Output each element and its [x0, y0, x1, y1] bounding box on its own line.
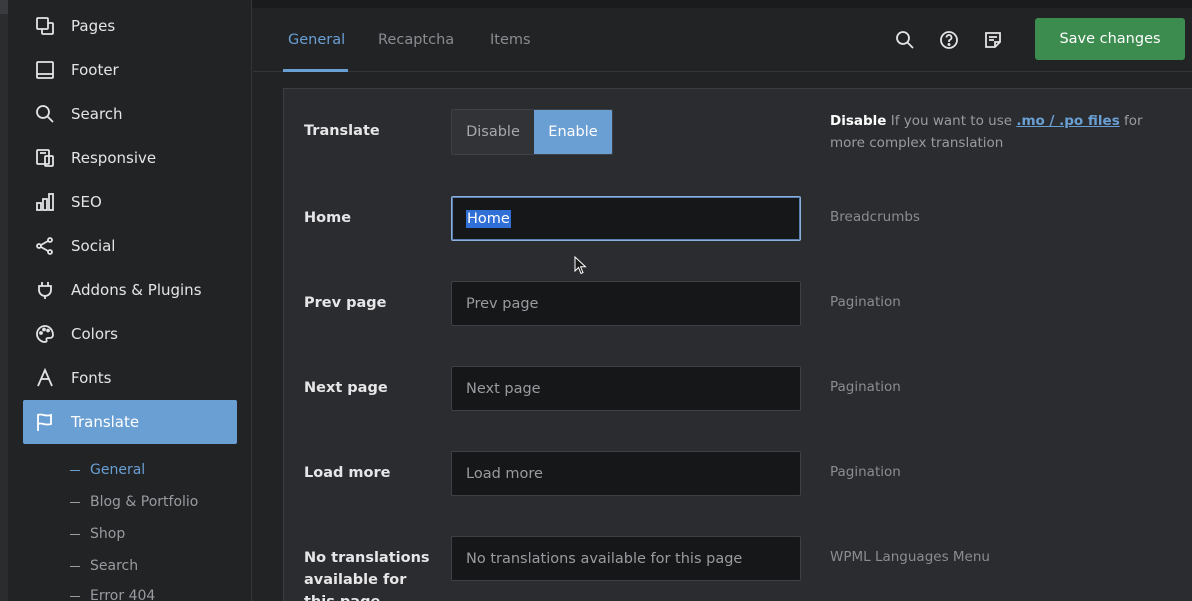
home-input-value: Home — [466, 209, 511, 228]
sidebar-item-label: Translate — [71, 413, 140, 431]
load-more-input-value: Load more — [466, 465, 543, 482]
tab-items[interactable]: Items — [490, 8, 531, 72]
home-label: Home — [304, 210, 352, 226]
settings-panel: Translate Disable Enable Disable If you … — [283, 88, 1192, 601]
home-input[interactable]: Home — [451, 196, 801, 241]
sidebar-item-label: Footer — [71, 61, 119, 79]
save-changes-button[interactable]: Save changes — [1035, 18, 1185, 60]
sidebar-item-seo[interactable]: SEO — [23, 180, 237, 224]
subnav-item-label: Error 404 — [90, 588, 156, 601]
note-bold: Disable — [830, 113, 887, 129]
next-page-input-value: Next page — [466, 380, 541, 397]
prev-page-input-value: Prev page — [466, 295, 539, 312]
share-icon — [34, 235, 56, 257]
sidebar-item-label: Search — [71, 105, 123, 123]
seo-chart-icon — [34, 191, 56, 213]
next-page-label: Next page — [304, 380, 388, 396]
sidebar-item-colors[interactable]: Colors — [23, 312, 237, 356]
sidebar-item-responsive[interactable]: Responsive — [23, 136, 237, 180]
home-hint: Breadcrumbs — [830, 209, 920, 225]
note-text: If you want to use — [886, 113, 1017, 129]
search-button[interactable] — [893, 28, 917, 52]
sidebar-item-pages[interactable]: Pages — [23, 4, 237, 48]
notes-button[interactable] — [981, 28, 1005, 52]
sidebar-item-translate[interactable]: Translate — [23, 400, 237, 444]
tab-label: Recaptcha — [378, 32, 455, 48]
app-window: Pages Footer Search Responsive SEO Socia… — [0, 0, 1192, 601]
search-icon — [895, 30, 915, 50]
prev-page-hint: Pagination — [830, 294, 901, 310]
subnav-item-general[interactable]: General — [70, 459, 145, 481]
prev-page-input[interactable]: Prev page — [451, 281, 801, 326]
sidebar-item-label: Pages — [71, 17, 116, 35]
translate-label: Translate — [304, 123, 380, 139]
dash-icon — [70, 533, 80, 535]
notes-icon — [983, 30, 1003, 50]
translate-toggle: Disable Enable — [451, 109, 613, 155]
sidebar-item-label: Social — [71, 237, 116, 255]
tab-recaptcha[interactable]: Recaptcha — [378, 8, 454, 72]
sidebar-item-label: SEO — [71, 193, 102, 211]
tab-label: Items — [490, 32, 531, 48]
help-button[interactable] — [937, 28, 961, 52]
sidebar-item-label: Addons & Plugins — [71, 281, 202, 299]
subnav-item-label: Search — [90, 558, 139, 574]
subnav-item-search[interactable]: Search — [70, 555, 138, 577]
search-icon — [34, 103, 56, 125]
load-more-input[interactable]: Load more — [451, 451, 801, 496]
no-translations-hint: WPML Languages Menu — [830, 549, 990, 565]
translate-note: Disable If you want to use .mo / .po fil… — [830, 110, 1170, 154]
window-corner — [0, 0, 8, 14]
top-bar: General Recaptcha Items Save changes — [253, 8, 1192, 72]
help-icon — [939, 30, 959, 50]
prev-page-label: Prev page — [304, 295, 387, 311]
no-translations-input[interactable]: No translations available for this page — [451, 536, 801, 581]
no-translations-input-value: No translations available for this page — [466, 550, 743, 567]
dash-icon — [70, 501, 80, 503]
sidebar-item-label: Colors — [71, 325, 118, 343]
active-tab-indicator — [283, 69, 348, 72]
enable-option[interactable]: Enable — [533, 110, 612, 154]
load-more-label: Load more — [304, 465, 391, 481]
sidebar-item-addons[interactable]: Addons & Plugins — [23, 268, 237, 312]
pages-icon — [34, 15, 56, 37]
palette-icon — [34, 323, 56, 345]
font-icon — [34, 367, 56, 389]
subnav-item-shop[interactable]: Shop — [70, 523, 125, 545]
responsive-icon — [34, 147, 56, 169]
sidebar-item-label: Fonts — [71, 369, 112, 387]
sidebar-item-fonts[interactable]: Fonts — [23, 356, 237, 400]
sidebar-item-footer[interactable]: Footer — [23, 48, 237, 92]
sidebar-item-label: Responsive — [71, 149, 157, 167]
footer-icon — [34, 59, 56, 81]
disable-option[interactable]: Disable — [452, 110, 534, 154]
window-left-edge — [0, 0, 8, 601]
subnav-item-blog-portfolio[interactable]: Blog & Portfolio — [70, 491, 198, 513]
dash-icon — [70, 595, 80, 597]
mo-po-files-link[interactable]: .mo / .po files — [1016, 113, 1119, 129]
plug-icon — [34, 279, 56, 301]
dash-icon — [70, 469, 80, 471]
next-page-input[interactable]: Next page — [451, 366, 801, 411]
sidebar: Pages Footer Search Responsive SEO Socia… — [8, 0, 252, 601]
subnav-item-label: General — [90, 462, 146, 478]
tab-general[interactable]: General — [288, 8, 345, 72]
tab-label: General — [288, 32, 346, 48]
sidebar-item-search[interactable]: Search — [23, 92, 237, 136]
flag-icon — [34, 411, 56, 433]
sidebar-item-social[interactable]: Social — [23, 224, 237, 268]
subnav-item-label: Shop — [90, 526, 126, 542]
load-more-hint: Pagination — [830, 464, 901, 480]
mouse-cursor-icon — [574, 256, 587, 275]
subnav-item-label: Blog & Portfolio — [90, 494, 199, 510]
dash-icon — [70, 565, 80, 567]
no-translations-label: No translations available for this page — [304, 550, 430, 601]
next-page-hint: Pagination — [830, 379, 901, 395]
subnav-item-error-404[interactable]: Error 404 — [70, 585, 155, 601]
